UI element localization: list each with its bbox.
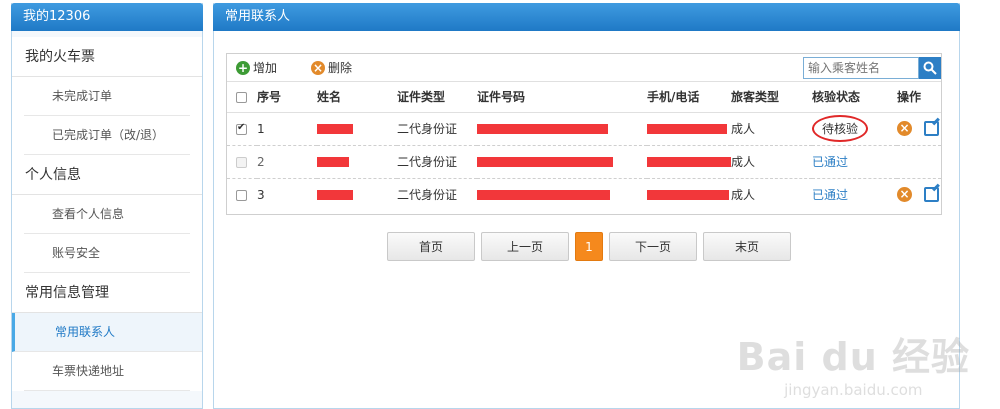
row-index: 3 [257, 177, 317, 211]
redacted-phone [647, 190, 729, 201]
col-index: 序号 [257, 90, 282, 105]
row-id-type: 二代身份证 [397, 144, 477, 178]
row-id-type: 二代身份证 [397, 111, 477, 145]
delete-row-icon[interactable]: × [897, 121, 912, 136]
contacts-table-box: + 增加 × 删除 序号 [226, 53, 942, 215]
first-page-button[interactable]: 首页 [387, 232, 475, 261]
status-link-approved[interactable]: 已通过 [812, 188, 848, 202]
baidu-watermark: Bai du 经验 jingyan.baidu.com [737, 326, 970, 399]
sidebar-title: 我的12306 [11, 3, 203, 31]
table-toolbar: + 增加 × 删除 [227, 54, 941, 82]
current-page-button[interactable]: 1 [575, 232, 603, 261]
close-icon: × [311, 61, 325, 75]
delete-row-icon[interactable]: × [897, 187, 912, 203]
plus-icon: + [236, 61, 250, 75]
watermark-url-text: jingyan.baidu.com [784, 381, 923, 399]
table-header-row: 序号 姓名 证件类型 证件号码 手机/电话 旅客类型 核验状态 操作 [227, 82, 941, 112]
search-icon [923, 61, 937, 75]
sidebar-group-personal-info[interactable]: 个人信息 [12, 155, 202, 195]
edit-row-icon[interactable] [923, 121, 939, 136]
delete-label: 删除 [328, 61, 353, 75]
redacted-name [317, 190, 353, 201]
row-checkbox[interactable] [236, 122, 247, 135]
edit-row-icon[interactable] [923, 187, 939, 203]
sidebar: 我的12306 我的火车票 未完成订单 已完成订单（改/退） 个人信息 查看个人… [11, 3, 203, 409]
last-page-button[interactable]: 末页 [703, 232, 791, 261]
delete-button[interactable]: × 删除 [311, 60, 352, 76]
redacted-id-number [477, 157, 613, 167]
col-actions: 操作 [897, 90, 922, 105]
row-passenger-type: 成人 [731, 177, 812, 211]
status-link-approved[interactable]: 已通过 [812, 155, 848, 169]
col-id-type: 证件类型 [397, 90, 446, 105]
table-row: 3 二代身份证 成人 已通过 × [227, 177, 941, 211]
table-row: 2 二代身份证 成人 已通过 [227, 144, 941, 178]
col-status: 核验状态 [812, 90, 861, 105]
redacted-id-number [477, 124, 608, 134]
col-name: 姓名 [317, 90, 342, 105]
redacted-phone [647, 124, 727, 134]
sidebar-item-contacts[interactable]: 常用联系人 [12, 313, 202, 352]
prev-page-button[interactable]: 上一页 [481, 232, 569, 261]
col-id-number: 证件号码 [477, 90, 526, 105]
pagination: 首页 上一页 1 下一页 末页 [387, 232, 791, 261]
passenger-search [803, 57, 941, 79]
row-passenger-type: 成人 [731, 144, 812, 178]
search-button[interactable] [919, 57, 941, 79]
sidebar-item-account-security[interactable]: 账号安全 [24, 234, 190, 273]
redacted-phone [647, 157, 731, 167]
sidebar-item-finished-orders[interactable]: 已完成订单（改/退） [24, 116, 190, 155]
redacted-name [317, 157, 349, 167]
redacted-id-number [477, 190, 610, 201]
row-id-type: 二代身份证 [397, 177, 477, 211]
add-label: 增加 [253, 61, 278, 75]
next-page-button[interactable]: 下一页 [609, 232, 697, 261]
status-badge-pending: 待核验 [812, 115, 869, 142]
row-checkbox[interactable] [236, 156, 247, 168]
watermark-main-text: Bai du 经验 [736, 335, 970, 379]
col-phone: 手机/电话 [647, 90, 700, 105]
sidebar-item-unfinished-orders[interactable]: 未完成订单 [24, 77, 190, 116]
select-all-checkbox[interactable] [236, 91, 247, 103]
contacts-table: 序号 姓名 证件类型 证件号码 手机/电话 旅客类型 核验状态 操作 1 二代身… [227, 82, 941, 211]
sidebar-group-common-info[interactable]: 常用信息管理 [12, 273, 202, 313]
row-index: 2 [257, 144, 317, 178]
row-index: 1 [257, 111, 317, 145]
add-button[interactable]: + 增加 [236, 60, 277, 76]
col-passenger-type: 旅客类型 [731, 90, 780, 105]
sidebar-item-view-profile[interactable]: 查看个人信息 [24, 195, 190, 234]
redacted-name [317, 124, 353, 134]
table-row: 1 二代身份证 成人 待核验 × [227, 111, 941, 145]
row-checkbox[interactable] [236, 189, 247, 201]
row-passenger-type: 成人 [731, 111, 812, 145]
sidebar-group-tickets[interactable]: 我的火车票 [12, 37, 202, 77]
sidebar-item-delivery-address[interactable]: 车票快递地址 [24, 352, 190, 391]
page-title: 常用联系人 [213, 3, 960, 31]
passenger-search-input[interactable] [803, 57, 919, 79]
